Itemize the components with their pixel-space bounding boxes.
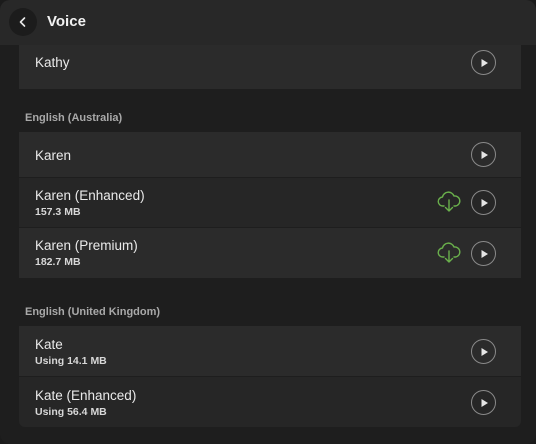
voice-name: Kathy	[35, 55, 70, 70]
back-button[interactable]	[9, 8, 37, 36]
play-icon	[481, 58, 488, 67]
play-icon	[481, 398, 488, 407]
header-bar: Voice	[0, 0, 536, 45]
voice-size: Using 56.4 MB	[35, 406, 107, 418]
section-header-australia: English (Australia)	[25, 112, 123, 124]
voice-name: Karen	[35, 148, 72, 163]
page-title: Voice	[47, 13, 86, 30]
play-icon	[481, 347, 488, 356]
play-button[interactable]	[471, 390, 496, 415]
section-header-united-kingdom: English (United Kingdom)	[25, 306, 161, 318]
download-button[interactable]	[437, 191, 461, 213]
voice-list[interactable]: Kathy English (Australia) Karen Karen (E…	[0, 45, 536, 444]
cloud-download-icon	[437, 191, 461, 212]
voice-size: 182.7 MB	[35, 256, 81, 268]
list-item-kate-enhanced[interactable]: Kate (Enhanced) Using 56.4 MB	[19, 377, 521, 427]
list-item-karen-enhanced[interactable]: Karen (Enhanced) 157.3 MB	[19, 178, 521, 227]
play-button[interactable]	[471, 190, 496, 215]
play-icon	[481, 198, 488, 207]
voice-name: Kate	[35, 337, 63, 352]
voice-size: Using 14.1 MB	[35, 355, 107, 367]
list-item-karen[interactable]: Karen	[19, 132, 521, 177]
voice-size: 157.3 MB	[35, 206, 81, 218]
list-item-kate[interactable]: Kate Using 14.1 MB	[19, 326, 521, 376]
voice-name: Karen (Premium)	[35, 238, 138, 253]
list-item-kathy[interactable]: Kathy	[19, 45, 521, 89]
cloud-download-icon	[437, 242, 461, 263]
voice-settings-window: Voice Kathy English (Australia) Karen Ka…	[0, 0, 536, 444]
list-item-karen-premium[interactable]: Karen (Premium) 182.7 MB	[19, 228, 521, 278]
play-icon	[481, 249, 488, 258]
play-button[interactable]	[471, 50, 496, 75]
download-button[interactable]	[437, 242, 461, 264]
play-button[interactable]	[471, 339, 496, 364]
chevron-left-icon	[19, 17, 26, 27]
play-icon	[481, 150, 488, 159]
play-button[interactable]	[471, 241, 496, 266]
voice-name: Kate (Enhanced)	[35, 388, 137, 403]
play-button[interactable]	[471, 142, 496, 167]
voice-name: Karen (Enhanced)	[35, 188, 145, 203]
